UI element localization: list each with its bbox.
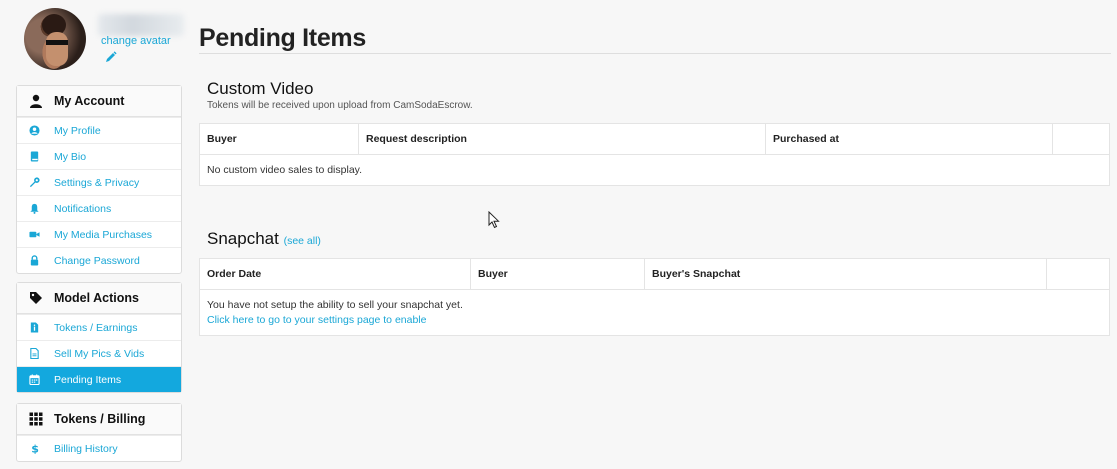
tag-icon — [30, 292, 42, 304]
video-camera-icon — [29, 231, 40, 238]
user-icon — [30, 94, 42, 108]
sidebar-item-label: Pending Items — [54, 373, 122, 386]
sidebar-item-label: Notifications — [54, 202, 112, 215]
column-header-purchased-at[interactable]: Purchased at — [766, 124, 1053, 154]
change-avatar-link[interactable]: change avatar — [101, 35, 171, 47]
settings-page-link[interactable]: Click here to go to your settings page t… — [207, 314, 426, 326]
column-header-actions — [1047, 259, 1107, 289]
column-header-order-date[interactable]: Order Date — [200, 259, 471, 289]
profile-block: change avatar — [24, 8, 194, 74]
sidebar-item-label: Settings & Privacy — [54, 176, 140, 189]
sidebar-item-change-password[interactable]: Change Password — [17, 247, 181, 273]
calendar-icon — [29, 374, 40, 385]
sidebar-item-my-media-purchases[interactable]: My Media Purchases — [17, 221, 181, 247]
table-header: Order Date Buyer Buyer's Snapchat — [200, 259, 1109, 290]
snapchat-title-row: Snapchat (see all) — [207, 229, 321, 249]
snapchat-table: Order Date Buyer Buyer's Snapchat You ha… — [199, 258, 1110, 336]
sidebar-item-label: Change Password — [54, 254, 140, 267]
sidebar-item-my-profile[interactable]: My Profile — [17, 117, 181, 143]
sidebar-item-settings-privacy[interactable]: Settings & Privacy — [17, 169, 181, 195]
page-title: Pending Items — [199, 24, 366, 52]
book-icon — [30, 151, 39, 162]
avatar-figure — [46, 32, 68, 66]
pencil-icon[interactable] — [105, 51, 117, 63]
column-header-buyer[interactable]: Buyer — [471, 259, 645, 289]
bell-icon — [30, 203, 39, 214]
info-doc-icon — [30, 322, 39, 333]
my-account-title: My Account — [54, 94, 125, 108]
sidebar-item-pending-items[interactable]: Pending Items — [17, 366, 181, 392]
avatar[interactable] — [24, 8, 86, 70]
tokens-billing-title: Tokens / Billing — [54, 412, 146, 426]
snapchat-not-setup-message: You have not setup the ability to sell y… — [207, 299, 463, 311]
file-icon — [30, 348, 39, 359]
avatar-detail — [46, 40, 68, 45]
empty-state-message: No custom video sales to display. — [207, 164, 363, 176]
model-actions-header: Model Actions — [17, 283, 181, 314]
dollar-icon: $ — [31, 443, 39, 454]
see-all-link[interactable]: (see all) — [284, 235, 321, 247]
sidebar-item-label: Sell My Pics & Vids — [54, 347, 145, 360]
column-header-buyers-snapchat[interactable]: Buyer's Snapchat — [645, 259, 1047, 289]
grid-icon — [29, 412, 43, 426]
my-account-menu: My Account My Profile My Bio Settings & … — [16, 85, 182, 274]
title-divider — [199, 53, 1111, 54]
tokens-billing-menu: Tokens / Billing $ Billing History — [16, 403, 182, 462]
snapchat-message-block: You have not setup the ability to sell y… — [200, 290, 1109, 336]
lock-icon — [30, 255, 39, 266]
snapchat-title: Snapchat — [207, 229, 279, 248]
sidebar-item-tokens-earnings[interactable]: Tokens / Earnings — [17, 314, 181, 340]
my-account-header: My Account — [17, 86, 181, 117]
wrench-icon — [29, 177, 40, 188]
custom-video-table: Buyer Request description Purchased at N… — [199, 123, 1110, 186]
sidebar-item-label: Tokens / Earnings — [54, 321, 138, 334]
mouse-cursor-icon — [488, 211, 500, 229]
user-circle-icon — [29, 125, 40, 136]
sidebar-item-label: Billing History — [54, 442, 118, 455]
sidebar-item-label: My Bio — [54, 150, 87, 163]
sidebar-item-sell-pics-vids[interactable]: Sell My Pics & Vids — [17, 340, 181, 366]
sidebar-item-my-bio[interactable]: My Bio — [17, 143, 181, 169]
sidebar-item-billing-history[interactable]: $ Billing History — [17, 435, 181, 461]
sidebar-item-notifications[interactable]: Notifications — [17, 195, 181, 221]
custom-video-title: Custom Video — [207, 79, 314, 98]
sidebar-item-label: My Media Purchases — [54, 228, 153, 241]
column-header-actions — [1053, 124, 1107, 154]
tokens-billing-header: Tokens / Billing — [17, 404, 181, 435]
column-header-request-description[interactable]: Request description — [359, 124, 766, 154]
model-actions-menu: Model Actions Tokens / Earnings Sell My … — [16, 282, 182, 393]
sidebar-item-label: My Profile — [54, 124, 101, 137]
column-header-buyer[interactable]: Buyer — [200, 124, 359, 154]
table-header: Buyer Request description Purchased at — [200, 124, 1109, 155]
svg-text:$: $ — [31, 443, 39, 454]
custom-video-subtitle: Tokens will be received upon upload from… — [207, 100, 473, 111]
username-blurred — [98, 14, 184, 36]
model-actions-title: Model Actions — [54, 291, 139, 305]
